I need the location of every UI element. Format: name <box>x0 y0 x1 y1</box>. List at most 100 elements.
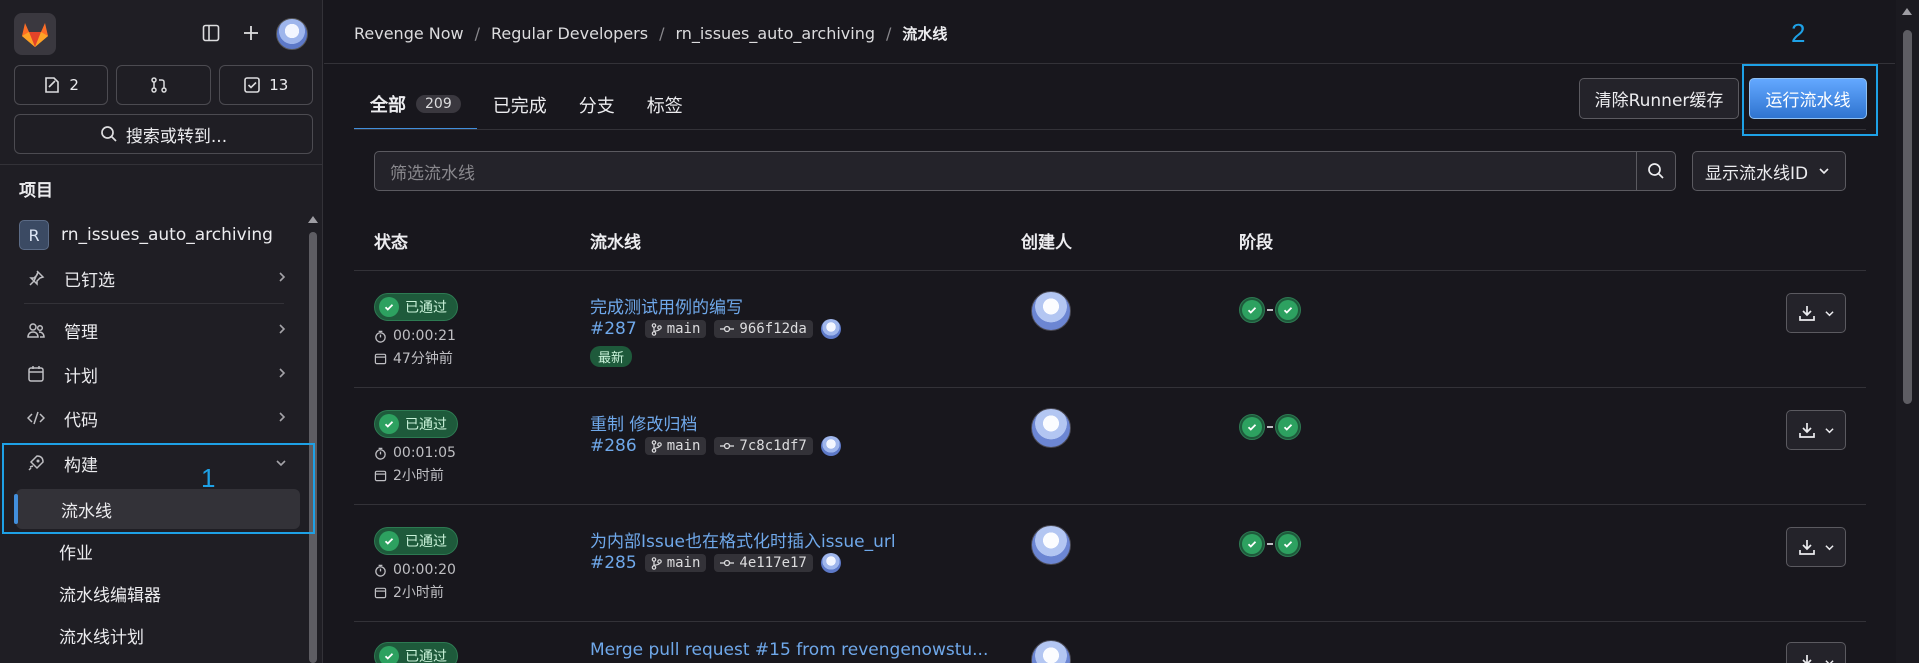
stage-passed-icon[interactable] <box>1275 531 1301 557</box>
download-artifacts-button[interactable] <box>1786 642 1846 663</box>
created-ago-value: 2小时前 <box>393 468 444 484</box>
pipeline-id-link[interactable]: #287 <box>590 319 637 339</box>
project-name: rn_issues_auto_archiving <box>61 225 273 245</box>
column-header-pipeline: 流水线 <box>590 233 641 253</box>
issues-counter[interactable]: 2 <box>14 65 109 105</box>
scroll-up-arrow-icon[interactable] <box>308 216 318 223</box>
filter-pipelines-input[interactable]: 筛选流水线 <box>374 151 1637 191</box>
branch-icon <box>651 439 662 453</box>
sidebar-item-plan[interactable]: 计划 <box>14 354 297 394</box>
branch-chip[interactable]: main <box>644 554 707 572</box>
branch-chip[interactable]: main <box>644 320 707 338</box>
plus-icon[interactable] <box>236 18 266 48</box>
duration: 00:00:20 <box>374 562 456 578</box>
sidebar-toggle-icon[interactable] <box>196 18 226 48</box>
stage-indicators <box>1239 531 1301 557</box>
users-icon <box>24 321 48 339</box>
page-scrollbar[interactable] <box>1896 0 1919 663</box>
sidebar-scrollbar[interactable] <box>306 214 320 663</box>
committer-avatar[interactable] <box>820 436 841 456</box>
scroll-up-arrow-icon[interactable] <box>1902 8 1912 15</box>
tab-finished[interactable]: 已完成 <box>477 80 563 130</box>
chevron-down-icon <box>1824 427 1834 433</box>
commit-chip[interactable]: 4e117e17 <box>714 554 813 572</box>
breadcrumb-item[interactable]: Regular Developers <box>491 24 648 43</box>
table-header: 状态 流水线 创建人 阶段 <box>354 214 1866 271</box>
chevron-down-icon <box>1824 659 1834 663</box>
breadcrumb-item[interactable]: Revenge Now <box>354 24 464 43</box>
pipeline-commit-title[interactable]: 重制 修改归档 <box>590 410 697 435</box>
sidebar-item-manage[interactable]: 管理 <box>14 310 297 350</box>
project-link[interactable]: R rn_issues_auto_archiving <box>19 220 273 250</box>
chevron-right-icon <box>277 268 287 288</box>
stage-passed-icon[interactable] <box>1239 297 1265 323</box>
search-or-goto-button[interactable]: 搜索或转到... <box>14 114 313 154</box>
pipeline-commit-title[interactable]: 完成测试用例的编写 <box>590 293 743 318</box>
created-ago: 2小时前 <box>374 465 444 485</box>
pipeline-tabs: 全部 209 已完成 分支 标签 <box>354 80 699 130</box>
scrollbar-thumb[interactable] <box>1903 30 1912 404</box>
merge-requests-counter[interactable] <box>116 65 211 105</box>
commit-sha: 966f12da <box>739 321 807 337</box>
breadcrumb-item[interactable]: rn_issues_auto_archiving <box>675 24 875 43</box>
todo-icon <box>244 77 261 93</box>
gitlab-logo-icon[interactable] <box>14 13 56 55</box>
pipeline-id-link[interactable]: #285 <box>590 553 637 573</box>
tab-tags[interactable]: 标签 <box>631 80 699 130</box>
created-ago: 47分钟前 <box>374 348 453 368</box>
tab-label: 已完成 <box>492 96 547 117</box>
sidebar-item-code[interactable]: 代码 <box>14 398 297 438</box>
duration: 00:01:05 <box>374 445 456 461</box>
pipeline-commit-title[interactable]: Merge pull request #15 from revengenowst… <box>590 640 988 660</box>
sidebar-item-pinned[interactable]: 已钉选 <box>14 258 297 298</box>
creator-avatar[interactable] <box>1031 408 1071 448</box>
code-icon <box>24 409 48 427</box>
download-artifacts-button[interactable] <box>1786 293 1846 333</box>
commit-icon <box>720 325 735 333</box>
committer-avatar[interactable] <box>820 553 841 573</box>
duration-value: 00:00:21 <box>393 328 456 344</box>
stage-passed-icon[interactable] <box>1275 414 1301 440</box>
creator-avatar[interactable] <box>1031 640 1071 663</box>
issues-count: 2 <box>69 76 79 94</box>
sidebar-item-label: 代码 <box>64 410 98 431</box>
status-badge[interactable]: 已通过 <box>374 642 458 663</box>
search-icon <box>101 126 117 142</box>
latest-badge: 最新 <box>590 346 633 367</box>
todos-counter[interactable]: 13 <box>218 65 313 105</box>
divider <box>24 303 284 304</box>
sidebar-item-jobs[interactable]: 作业 <box>14 531 297 571</box>
pipeline-id-link[interactable]: #286 <box>590 436 637 456</box>
branch-chip[interactable]: main <box>644 437 707 455</box>
divider <box>354 129 1866 130</box>
stage-passed-icon[interactable] <box>1275 297 1301 323</box>
status-badge[interactable]: 已通过 <box>374 527 458 555</box>
committer-avatar[interactable] <box>820 319 841 339</box>
download-artifacts-button[interactable] <box>1786 527 1846 567</box>
filter-search-button[interactable] <box>1636 151 1676 191</box>
stage-indicators <box>1239 297 1301 323</box>
tab-all[interactable]: 全部 209 <box>354 80 477 130</box>
sidebar-item-pipeline-schedules[interactable]: 流水线计划 <box>14 615 297 655</box>
pipeline-commit-title[interactable]: 为内部Issue也在格式化时插入issue_url <box>590 527 896 552</box>
branch-name: main <box>666 438 701 454</box>
highlight-label-1: 1 <box>201 463 216 493</box>
creator-avatar[interactable] <box>1031 525 1071 565</box>
commit-chip[interactable]: 966f12da <box>714 320 813 338</box>
breadcrumb-current: 流水线 <box>902 25 948 43</box>
stage-passed-icon[interactable] <box>1239 531 1265 557</box>
breadcrumb-separator: / <box>659 24 665 43</box>
tab-branches[interactable]: 分支 <box>563 80 631 130</box>
commit-chip[interactable]: 7c8c1df7 <box>714 437 813 455</box>
creator-avatar[interactable] <box>1031 291 1071 331</box>
status-badge[interactable]: 已通过 <box>374 410 458 438</box>
user-avatar[interactable] <box>276 18 308 50</box>
sidebar-item-pipeline-editor[interactable]: 流水线编辑器 <box>14 573 297 613</box>
download-artifacts-button[interactable] <box>1786 410 1846 450</box>
clear-runner-cache-button[interactable]: 清除Runner缓存 <box>1579 78 1739 119</box>
show-pipeline-id-dropdown[interactable]: 显示流水线ID <box>1692 151 1846 191</box>
status-badge[interactable]: 已通过 <box>374 293 458 321</box>
calendar-icon <box>374 353 387 364</box>
stage-passed-icon[interactable] <box>1239 414 1265 440</box>
highlight-label-2: 2 <box>1791 18 1806 48</box>
